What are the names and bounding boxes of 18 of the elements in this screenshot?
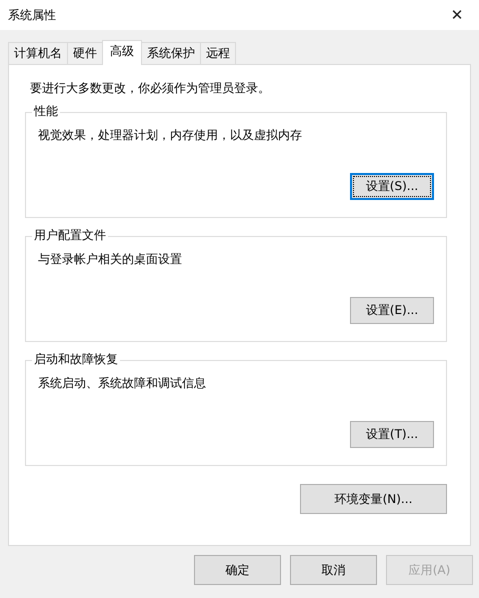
group-title: 性能 xyxy=(32,104,60,118)
tab[interactable]: 计算机名 xyxy=(8,42,68,64)
group-title: 用户配置文件 xyxy=(32,228,108,242)
settings-button[interactable]: 设置(E)... xyxy=(350,297,434,324)
settings-button[interactable]: 设置(S)... xyxy=(350,173,434,200)
group-description: 系统启动、系统故障和调试信息 xyxy=(38,375,207,391)
group-description: 与登录帐户相关的桌面设置 xyxy=(38,251,183,267)
dialog-button[interactable]: 确定 xyxy=(194,555,281,585)
tab[interactable]: 远程 xyxy=(200,42,236,64)
window-title: 系统属性 xyxy=(8,6,56,24)
group-title: 启动和故障恢复 xyxy=(32,352,120,366)
close-button[interactable]: ✕ xyxy=(435,6,479,24)
settings-button[interactable]: 设置(T)... xyxy=(350,421,434,448)
dialog-button[interactable]: 取消 xyxy=(290,555,377,585)
admin-notice: 要进行大多数更改，你必须作为管理员登录。 xyxy=(30,80,271,96)
environment-variables-button[interactable]: 环境变量(N)... xyxy=(300,484,447,514)
tab[interactable]: 高级 xyxy=(102,40,142,65)
group-description: 视觉效果，处理器计划，内存使用，以及虚拟内存 xyxy=(38,127,303,143)
